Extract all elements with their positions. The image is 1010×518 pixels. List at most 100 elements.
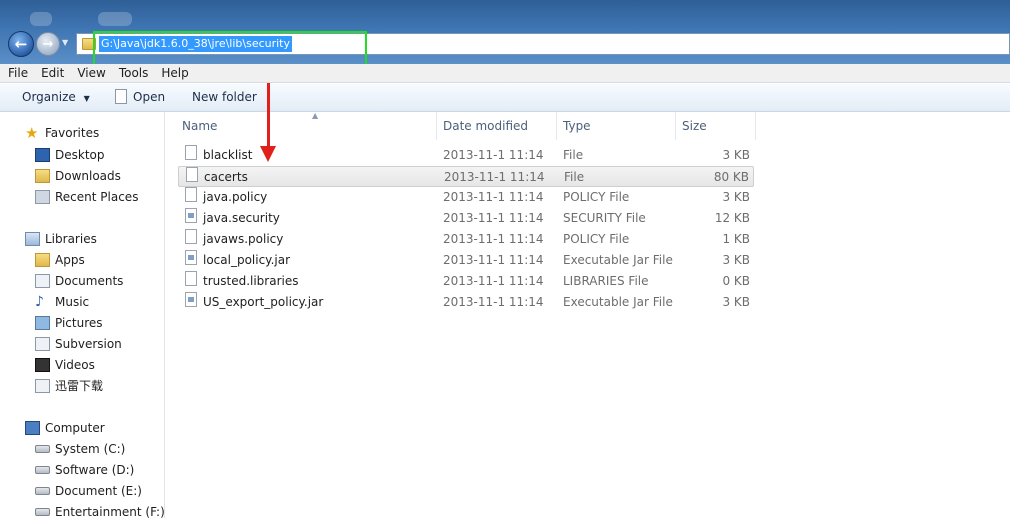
navigation-pane: ★ Favorites Desktop Downloads Recent Pla… — [0, 112, 165, 518]
nav-computer-label: Computer — [45, 421, 105, 435]
nav-computer[interactable]: Computer — [25, 419, 105, 437]
open-label: Open — [133, 90, 166, 104]
file-name: US_export_policy.jar — [203, 295, 324, 309]
nav-item-label: Videos — [55, 358, 95, 372]
pictures-icon — [35, 316, 50, 330]
file-name: cacerts — [204, 170, 248, 184]
column-header-date[interactable]: Date modified — [437, 112, 557, 140]
nav-item-label: Apps — [55, 253, 85, 267]
desktop-icon — [35, 148, 50, 162]
file-icon — [185, 229, 197, 244]
file-type: POLICY File — [563, 190, 630, 204]
downloads-library-icon — [35, 379, 50, 393]
open-button[interactable]: Open — [115, 89, 165, 104]
column-header-name[interactable]: ▲ Name — [176, 111, 437, 140]
sort-ascending-icon: ▲ — [312, 111, 319, 120]
column-header-label: Size — [682, 119, 707, 133]
subversion-icon — [35, 337, 50, 351]
nav-item-label: Recent Places — [55, 190, 139, 204]
nav-item-recent-places[interactable]: Recent Places — [35, 188, 139, 206]
command-toolbar: Organize ▼ Open New folder — [0, 84, 1010, 112]
file-icon — [185, 187, 197, 202]
annotation-arrow-head — [260, 146, 276, 162]
forward-arrow-icon[interactable]: → — [36, 32, 60, 56]
nav-item-drive-d[interactable]: Software (D:) — [35, 461, 135, 479]
recent-places-icon — [35, 190, 50, 204]
computer-icon — [25, 421, 40, 435]
file-size: 3 KB — [722, 295, 750, 309]
recent-pages-dropdown-icon[interactable]: ▼ — [62, 38, 72, 50]
file-date: 2013-11-1 11:14 — [443, 148, 544, 162]
nav-item-downloads[interactable]: Downloads — [35, 167, 121, 185]
nav-item-label: 迅雷下载 — [55, 379, 104, 393]
nav-item-pictures[interactable]: Pictures — [35, 314, 103, 332]
file-name: blacklist — [203, 148, 253, 162]
file-row[interactable]: java.security 2013-11-1 11:14 SECURITY F… — [178, 208, 754, 229]
star-icon: ★ — [25, 124, 39, 142]
documents-icon — [35, 274, 50, 288]
file-date: 2013-11-1 11:14 — [443, 274, 544, 288]
file-name: local_policy.jar — [203, 253, 291, 267]
file-type: LIBRARIES File — [563, 274, 649, 288]
libraries-icon — [25, 232, 40, 246]
file-list: ▲ Name Date modified Type Size blacklist… — [166, 111, 1010, 518]
nav-libraries-label: Libraries — [45, 232, 97, 246]
organize-button[interactable]: Organize ▼ — [22, 90, 90, 104]
nav-item-subversion[interactable]: Subversion — [35, 335, 122, 353]
menu-file[interactable]: File — [8, 66, 28, 80]
nav-libraries[interactable]: Libraries — [25, 230, 97, 248]
column-header-type[interactable]: Type — [557, 112, 676, 140]
nav-item-xunlei-downloads[interactable]: 迅雷下载 — [35, 377, 104, 395]
menu-help[interactable]: Help — [161, 66, 188, 80]
annotation-highlight-box — [93, 31, 367, 67]
drive-icon — [35, 487, 50, 495]
drive-icon — [35, 508, 50, 516]
nav-favorites[interactable]: ★ Favorites — [25, 124, 100, 142]
menu-view[interactable]: View — [77, 66, 105, 80]
file-row[interactable]: US_export_policy.jar 2013-11-1 11:14 Exe… — [178, 292, 754, 313]
nav-item-label: Document (E:) — [55, 484, 142, 498]
nav-item-drive-c[interactable]: System (C:) — [35, 440, 125, 458]
file-row-selected[interactable]: cacerts 2013-11-1 11:14 File 80 KB — [178, 166, 754, 187]
nav-item-documents[interactable]: Documents — [35, 272, 124, 290]
column-header-size[interactable]: Size — [676, 112, 756, 140]
nav-item-apps[interactable]: Apps — [35, 251, 85, 269]
file-type: Executable Jar File — [563, 253, 673, 267]
document-icon — [115, 89, 127, 104]
downloads-folder-icon — [35, 169, 50, 183]
file-icon — [185, 271, 197, 286]
nav-item-music[interactable]: ♪ Music — [35, 293, 90, 311]
nav-item-label: Subversion — [55, 337, 122, 351]
nav-item-drive-e[interactable]: Document (E:) — [35, 482, 142, 500]
file-size: 1 KB — [722, 232, 750, 246]
file-type: File — [563, 148, 584, 162]
titlebar-decoration — [30, 12, 52, 26]
file-row[interactable]: java.policy 2013-11-1 11:14 POLICY File … — [178, 187, 754, 208]
nav-item-videos[interactable]: Videos — [35, 356, 95, 374]
menu-edit[interactable]: Edit — [41, 66, 64, 80]
file-row[interactable]: trusted.libraries 2013-11-1 11:14 LIBRAR… — [178, 271, 754, 292]
file-row[interactable]: javaws.policy 2013-11-1 11:14 POLICY Fil… — [178, 229, 754, 250]
nav-item-label: Software (D:) — [55, 463, 135, 477]
folder-icon — [35, 253, 50, 267]
titlebar-decoration — [98, 12, 132, 26]
back-arrow-icon[interactable]: ← — [8, 31, 34, 57]
file-date: 2013-11-1 11:14 — [443, 190, 544, 204]
file-type: Executable Jar File — [563, 295, 673, 309]
nav-item-label: Music — [55, 295, 90, 309]
new-folder-button[interactable]: New folder — [192, 90, 257, 104]
nav-item-label: Documents — [55, 274, 124, 288]
file-row[interactable]: local_policy.jar 2013-11-1 11:14 Executa… — [178, 250, 754, 271]
nav-item-drive-f[interactable]: Entertainment (F:) — [35, 503, 164, 518]
file-icon — [186, 167, 198, 182]
menu-tools[interactable]: Tools — [119, 66, 149, 80]
file-type: File — [564, 170, 585, 184]
settings-file-icon — [185, 208, 197, 223]
file-size: 3 KB — [722, 253, 750, 267]
nav-favorites-label: Favorites — [45, 126, 100, 140]
jar-file-icon — [185, 292, 197, 307]
file-size: 3 KB — [722, 148, 750, 162]
file-size: 80 KB — [713, 170, 749, 184]
file-name: trusted.libraries — [203, 274, 299, 288]
nav-item-desktop[interactable]: Desktop — [35, 146, 105, 164]
